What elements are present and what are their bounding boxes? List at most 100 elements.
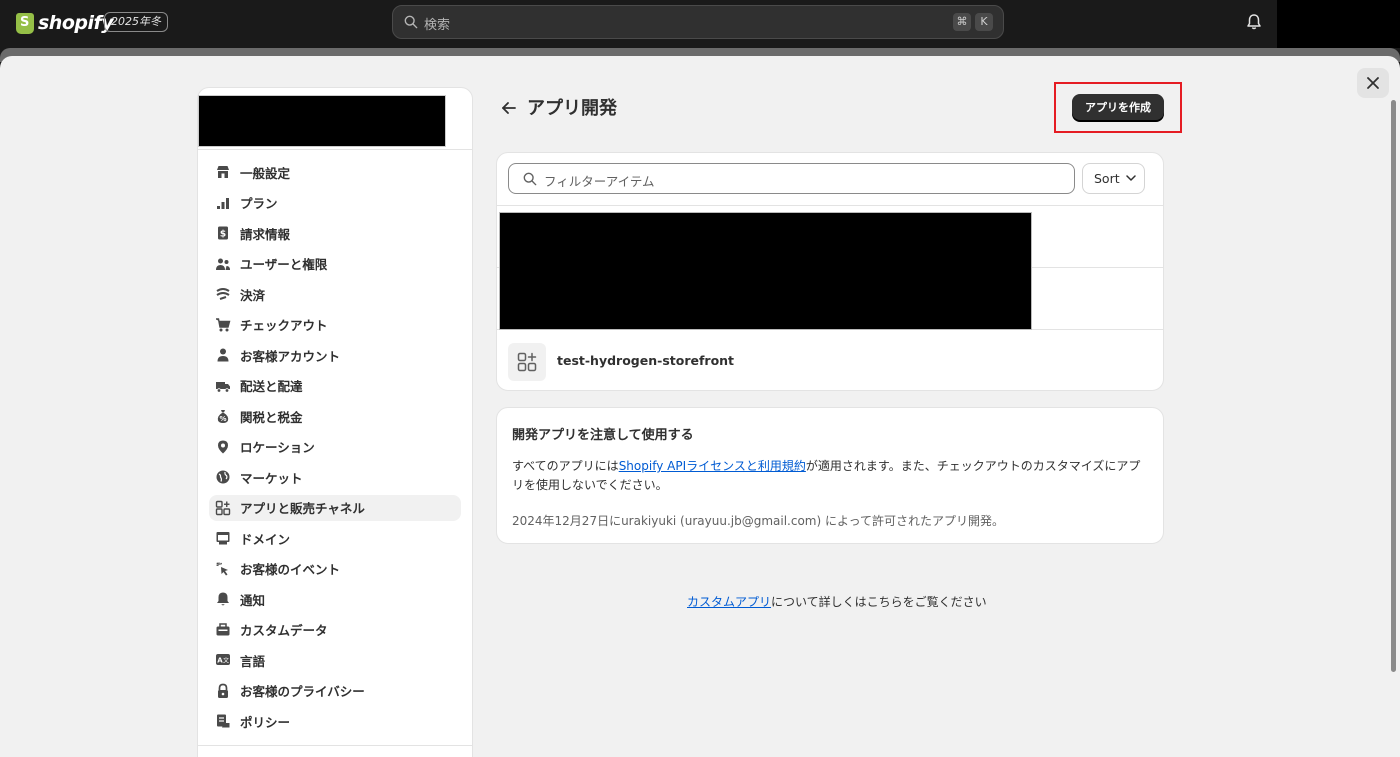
sidebar-item-label: 言語 <box>240 653 266 669</box>
sidebar-item-label: 通知 <box>240 592 266 608</box>
sidebar-item[interactable]: % 関税と税金 <box>209 403 461 429</box>
cursor-click-icon <box>216 561 228 575</box>
footer-help-text: カスタムアプリについて詳しくはこちらをご覧ください <box>687 593 987 610</box>
custom-data-icon <box>216 622 230 635</box>
sidebar-item[interactable]: 一般設定 <box>209 159 461 185</box>
redacted-account-area <box>1277 0 1400 48</box>
back-arrow-icon[interactable] <box>500 99 518 117</box>
bell-icon <box>217 592 229 606</box>
redacted-store-name[interactable] <box>198 95 446 147</box>
dev-apps-info-card: 開発アプリを注意して使用する すべてのアプリにはShopify APIライセンス… <box>496 407 1164 544</box>
sidebar-item-label: プラン <box>240 196 278 211</box>
top-bar: shopify 2025年冬 検索 ⌘ K <box>0 0 1400 48</box>
shopify-logo[interactable]: shopify <box>16 10 114 36</box>
sidebar-item[interactable]: A 文言語 <box>209 647 461 673</box>
sidebar-item[interactable]: マーケット <box>209 464 461 490</box>
app-name-link[interactable]: test-hydrogen-storefront <box>557 353 734 368</box>
sidebar-item[interactable]: カスタムデータ <box>209 617 461 643</box>
location-pin-icon <box>218 440 228 453</box>
logo-text: shopify <box>38 12 114 34</box>
sidebar-item[interactable]: チェックアウト <box>209 312 461 338</box>
page-title: アプリ開発 <box>527 98 617 119</box>
svg-text:$: $ <box>220 230 226 240</box>
domain-icon <box>216 532 230 545</box>
person-icon <box>217 348 229 362</box>
receipt-icon: $ <box>218 226 228 240</box>
search-icon <box>523 172 537 186</box>
sidebar-item-label: アプリと販売チャネル <box>240 501 365 516</box>
sidebar-divider <box>198 149 472 150</box>
footer-text: について詳しくはこちらをご覧ください <box>771 595 987 609</box>
notifications-bell-icon[interactable] <box>1245 13 1263 31</box>
search-placeholder: 検索 <box>424 18 451 33</box>
svg-text:文: 文 <box>223 657 229 665</box>
plan-chart-icon <box>217 197 229 209</box>
shortcut-cmd-key: ⌘ <box>953 13 971 31</box>
settings-sidebar: 一般設定プラン $ 請求情報ユーザーと権限決済チェックアウト お客様アカウント 配送と配… <box>197 87 473 757</box>
sidebar-item-label: カスタムデータ <box>240 623 328 638</box>
sidebar-item[interactable]: 決済 <box>209 281 461 307</box>
sidebar-item[interactable]: お客様のイベント <box>209 556 461 582</box>
sidebar-item-label: お客様アカウント <box>240 348 341 364</box>
store-icon <box>217 166 229 178</box>
payments-icon <box>216 288 230 300</box>
info-text-before: すべてのアプリには <box>512 459 619 473</box>
sidebar-item-label: ロケーション <box>240 440 315 455</box>
sidebar-item[interactable]: お客様アカウント <box>209 342 461 368</box>
custom-apps-link[interactable]: カスタムアプリ <box>687 595 771 609</box>
create-app-button[interactable]: アプリを作成 <box>1072 94 1164 121</box>
shortcut-k-key: K <box>975 13 993 31</box>
sidebar-item[interactable]: お客様のプライバシー <box>209 678 461 704</box>
settings-nav: 一般設定プラン $ 請求情報ユーザーと権限決済チェックアウト お客様アカウント 配送と配… <box>209 159 461 739</box>
sidebar-item[interactable]: アプリと販売チャネル <box>209 494 461 521</box>
shopify-bag-icon <box>16 12 34 34</box>
global-search-bar[interactable]: 検索 ⌘ K <box>392 5 1004 39</box>
scrollbar[interactable] <box>1391 100 1396 672</box>
sidebar-item[interactable]: ユーザーと権限 <box>209 251 461 277</box>
sidebar-item-label: ドメイン <box>240 531 291 547</box>
users-icon <box>216 258 230 270</box>
sidebar-item-label: チェックアウト <box>240 318 328 333</box>
close-icon <box>1367 77 1379 89</box>
sidebar-item[interactable]: $ 請求情報 <box>209 220 461 246</box>
sidebar-item[interactable]: 通知 <box>209 586 461 612</box>
sidebar-item-label: 一般設定 <box>240 165 291 181</box>
sidebar-item[interactable]: ロケーション <box>209 434 461 460</box>
cart-icon <box>216 317 231 331</box>
svg-text:%: % <box>219 415 226 423</box>
sidebar-item-label: マーケット <box>240 470 303 486</box>
policy-icon <box>217 714 230 728</box>
sidebar-item[interactable]: 配送と配達 <box>209 373 461 399</box>
info-card-title: 開発アプリを注意して使用する <box>512 428 694 443</box>
lock-icon <box>218 683 228 698</box>
sidebar-item-label: 関税と税金 <box>240 409 303 425</box>
money-bag-icon: % <box>217 410 229 423</box>
row-divider <box>497 205 1163 206</box>
sidebar-item[interactable]: ポリシー <box>209 708 461 734</box>
apps-list-card: フィルターアイテム Sort test-hydrogen-storefront <box>496 152 1164 391</box>
chevron-down-icon <box>1126 175 1136 181</box>
apps-icon <box>517 352 537 372</box>
app-thumbnail <box>508 343 546 381</box>
sidebar-item[interactable]: ドメイン <box>209 525 461 551</box>
sidebar-item-label: 請求情報 <box>240 226 291 242</box>
edition-badge[interactable]: 2025年冬 <box>104 12 168 32</box>
sidebar-item-label: お客様のプライバシー <box>240 684 365 699</box>
api-license-link[interactable]: Shopify APIライセンスと利用規約 <box>619 459 806 473</box>
close-button[interactable] <box>1357 68 1389 98</box>
sidebar-item-label: 決済 <box>240 287 266 303</box>
sort-label: Sort <box>1094 171 1120 186</box>
sidebar-divider <box>198 745 472 746</box>
language-icon: A文 <box>216 654 230 665</box>
filter-input[interactable]: フィルターアイテム <box>508 163 1075 194</box>
sidebar-item-label: お客様のイベント <box>240 562 341 577</box>
filter-placeholder: フィルターアイテム <box>544 174 655 189</box>
sort-button[interactable]: Sort <box>1082 163 1145 194</box>
apps-icon <box>215 500 231 515</box>
sidebar-item[interactable]: プラン <box>209 190 461 216</box>
search-icon <box>404 15 418 29</box>
redacted-app-rows <box>499 212 1032 330</box>
sidebar-item-label: 配送と配達 <box>240 379 303 394</box>
settings-modal: 一般設定プラン $ 請求情報ユーザーと権限決済チェックアウト お客様アカウント 配送と配… <box>0 56 1400 757</box>
globe-icon <box>216 470 230 484</box>
